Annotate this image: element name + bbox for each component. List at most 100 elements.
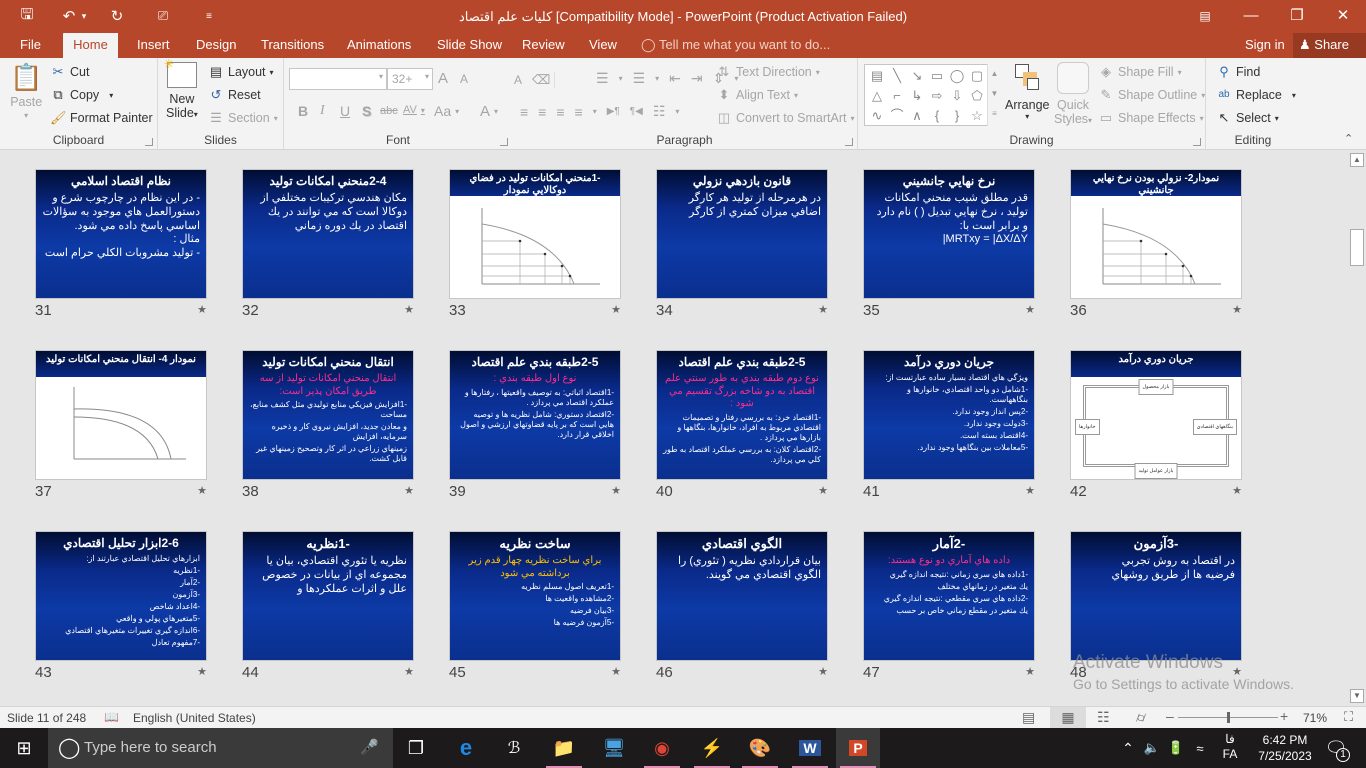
slide-thumbnail[interactable]: 2-4منحني امكانات توليد مكان هندسي تركيبات… [242, 169, 414, 299]
scroll-up-icon[interactable]: ▲ [988, 64, 1001, 84]
character-spacing-button[interactable]: AV ▾ [403, 104, 425, 116]
shape-option[interactable]: ⇩ [947, 86, 967, 106]
slide-thumbnail[interactable]: نمودار 4- انتقال منحني امكانات توليد [35, 350, 207, 480]
shape-option[interactable]: ▭ [927, 66, 947, 86]
slide-thumbnail-slot[interactable]: -3آزمون در اقتصاد به روش تجربي فرضيه ها از… [1070, 531, 1242, 685]
scroll-down-icon[interactable]: ▼ [988, 84, 1001, 104]
ribbon-display-options-icon[interactable]: ▤ [1190, 5, 1220, 27]
shape-option[interactable]: { [927, 106, 947, 126]
left-to-right-icon[interactable]: ▶¶ [607, 106, 620, 117]
minimize-button[interactable]: — [1236, 5, 1266, 27]
scrollbar-thumb[interactable] [1350, 229, 1364, 266]
slide-thumbnail-slot[interactable]: 2-5طبقه بندي علم اقتصاد نوع دوم طبقه بندي… [656, 350, 828, 504]
slide-thumbnail-slot[interactable]: انتقال منحني امكانات توليد انتقال منحني ا… [242, 350, 414, 504]
slide-thumbnail-slot[interactable]: -1نظريه نظريه يا تئوري اقتصادي، بيان يا مج… [242, 531, 414, 685]
columns-icon[interactable]: ☷ [653, 103, 666, 120]
slide-thumbnail-slot[interactable]: 2-5طبقه بندي علم اقتصاد نوع اول طبقه بندي… [449, 350, 621, 504]
sign-in-link[interactable]: Sign in [1245, 33, 1285, 57]
action-center-icon[interactable]: 🗨 1 [1316, 728, 1356, 768]
new-slide-button[interactable]: ✳ New Slide▾ [164, 57, 198, 120]
battery-icon[interactable]: 🔋 [1164, 728, 1188, 768]
change-case-button[interactable]: Aa ▾ [434, 103, 459, 119]
winamp-icon[interactable]: ⚡ [690, 728, 734, 768]
slide-thumbnail-slot[interactable]: جريان دوري درآمد بازار محصول خانوارها بنگاه… [1070, 350, 1242, 504]
slide-thumbnail[interactable]: انتقال منحني امكانات توليد انتقال منحني ا… [242, 350, 414, 480]
task-view-icon[interactable]: ❐ [394, 728, 438, 768]
strikethrough-button[interactable]: abc [380, 105, 398, 117]
shape-option[interactable]: ∿ [867, 106, 887, 126]
cut-button[interactable]: ✂ Cut [50, 64, 90, 80]
tab-file[interactable]: File [14, 33, 47, 58]
tab-view[interactable]: View [583, 33, 623, 58]
quick-styles-button[interactable]: Quick Styles▾ [1054, 62, 1092, 126]
zoom-out-button[interactable]: – [1166, 708, 1174, 724]
slide-thumbnail[interactable]: جريان دوري درآمد ويژگي هاي اقتصاد بسيار س… [863, 350, 1035, 480]
bold-button[interactable]: B [298, 103, 308, 119]
network-app-icon[interactable]: 🖥 [592, 728, 636, 768]
slide-show-view-icon[interactable]: ⌭ [1136, 709, 1146, 726]
font-size-combobox[interactable]: 32+ ▾ [387, 68, 433, 90]
clipboard-launcher-icon[interactable] [145, 138, 153, 146]
slide-thumbnail-slot[interactable]: -1منحني امكانات توليد در فضاي دوكالايي ن… [449, 169, 621, 323]
slide-thumbnail[interactable]: -1نظريه نظريه يا تئوري اقتصادي، بيان يا مج… [242, 531, 414, 661]
scroll-down-icon[interactable]: ▼ [1350, 689, 1364, 703]
fit-to-window-icon[interactable]: ⛶ [1344, 709, 1353, 725]
find-button[interactable]: ⚲ Find [1216, 64, 1260, 80]
numbering-icon[interactable]: ☰ [633, 70, 646, 87]
slide-thumbnail-slot[interactable]: نمودار 4- انتقال منحني امكانات توليد 37 ★ [35, 350, 207, 504]
reset-button[interactable]: ↺ Reset [208, 87, 261, 103]
decrease-indent-icon[interactable]: ⇤ [669, 70, 681, 87]
vertical-scrollbar[interactable]: ▲ ▼ [1348, 150, 1366, 706]
slide-thumbnail[interactable]: 2-5طبقه بندي علم اقتصاد نوع اول طبقه بندي… [449, 350, 621, 480]
powerpoint-icon[interactable]: P [836, 728, 880, 768]
word-icon[interactable]: W [788, 728, 832, 768]
language-indicator[interactable]: English (United States) [133, 711, 256, 725]
microphone-icon[interactable]: 🎤 [360, 728, 379, 768]
file-explorer-icon[interactable]: 📁 [542, 728, 586, 768]
shape-option[interactable]: ⌐ [887, 86, 907, 106]
shape-option[interactable]: ∧ [907, 106, 927, 126]
shapes-gallery-scroll[interactable]: ▲ ▼ ≡ [987, 64, 1001, 126]
right-to-left-icon[interactable]: ¶◀ [630, 106, 643, 117]
tab-review[interactable]: Review [516, 33, 571, 58]
paste-button[interactable]: 📋 Paste ▾ [10, 62, 42, 120]
replace-button[interactable]: ab Replace ▾ [1216, 87, 1295, 103]
increase-indent-icon[interactable]: ⇥ [691, 70, 703, 87]
shape-effects-button[interactable]: ▭ Shape Effects ▾ [1098, 110, 1204, 126]
select-button[interactable]: ↖ Select ▾ [1216, 110, 1279, 126]
spell-check-icon[interactable]: 📖 [104, 710, 119, 724]
shape-option[interactable]: ↘ [907, 66, 927, 86]
increase-font-size-button[interactable]: A [438, 70, 448, 87]
edge-icon[interactable]: e [444, 728, 488, 768]
tab-transitions[interactable]: Transitions [255, 33, 330, 58]
align-text-button[interactable]: ⬍ Align Text ▾ [716, 87, 798, 103]
slide-thumbnail-slot[interactable]: ساخت نظريه براي ساخت نظريه چهار قدم زير ب… [449, 531, 621, 685]
paragraph-launcher-icon[interactable] [845, 138, 853, 146]
slide-thumbnail-slot[interactable]: 2-4منحني امكانات توليد مكان هندسي تركيبات… [242, 169, 414, 323]
shape-option[interactable]: ▢ [967, 66, 987, 86]
close-button[interactable]: ✕ [1328, 5, 1358, 27]
font-color-button[interactable]: A ▾ [480, 103, 498, 120]
underline-button[interactable]: U [340, 103, 350, 119]
text-direction-button[interactable]: ⇅ Text Direction ▾ [716, 64, 820, 80]
normal-view-icon[interactable]: ▤ [1022, 709, 1035, 726]
zoom-level[interactable]: 71% [1303, 711, 1327, 725]
slide-thumbnail[interactable]: -2آمار داده هاي آماري دو نوع هستند: -1داده… [863, 531, 1035, 661]
italic-button[interactable]: I [320, 103, 325, 119]
paint-icon[interactable]: 🎨 [738, 728, 782, 768]
show-hidden-icons[interactable]: ⌃ [1116, 728, 1140, 768]
shape-option[interactable]: ⬠ [967, 86, 987, 106]
shapes-gallery[interactable]: ▤ ╲ ↘ ▭ ◯ ▢ △ ⌐ ↳ ⇨ ⇩ ⬠ ∿ ⌒ ∧{} ☆ [864, 64, 1001, 126]
chrome-icon[interactable]: ◉ [640, 728, 684, 768]
text-shadow-button[interactable]: S [362, 103, 371, 119]
shape-option[interactable]: ▤ [867, 66, 887, 86]
tab-insert[interactable]: Insert [131, 33, 176, 58]
slide-thumbnail[interactable]: جريان دوري درآمد بازار محصول خانوارها بنگاه… [1070, 350, 1242, 480]
wifi-icon[interactable]: ≈ [1188, 728, 1212, 768]
shape-fill-button[interactable]: ◈ Shape Fill ▾ [1098, 64, 1182, 80]
volume-icon[interactable]: 🔈 [1140, 728, 1164, 768]
shape-option[interactable]: ⇨ [927, 86, 947, 106]
slide-thumbnail[interactable]: نمودار2- نزولي بودن نرخ نهايي جانشيني [1070, 169, 1242, 299]
slide-thumbnail-slot[interactable]: نمودار2- نزولي بودن نرخ نهايي جانشيني 36 ★ [1070, 169, 1242, 323]
font-name-combobox[interactable]: ▾ [289, 68, 387, 90]
